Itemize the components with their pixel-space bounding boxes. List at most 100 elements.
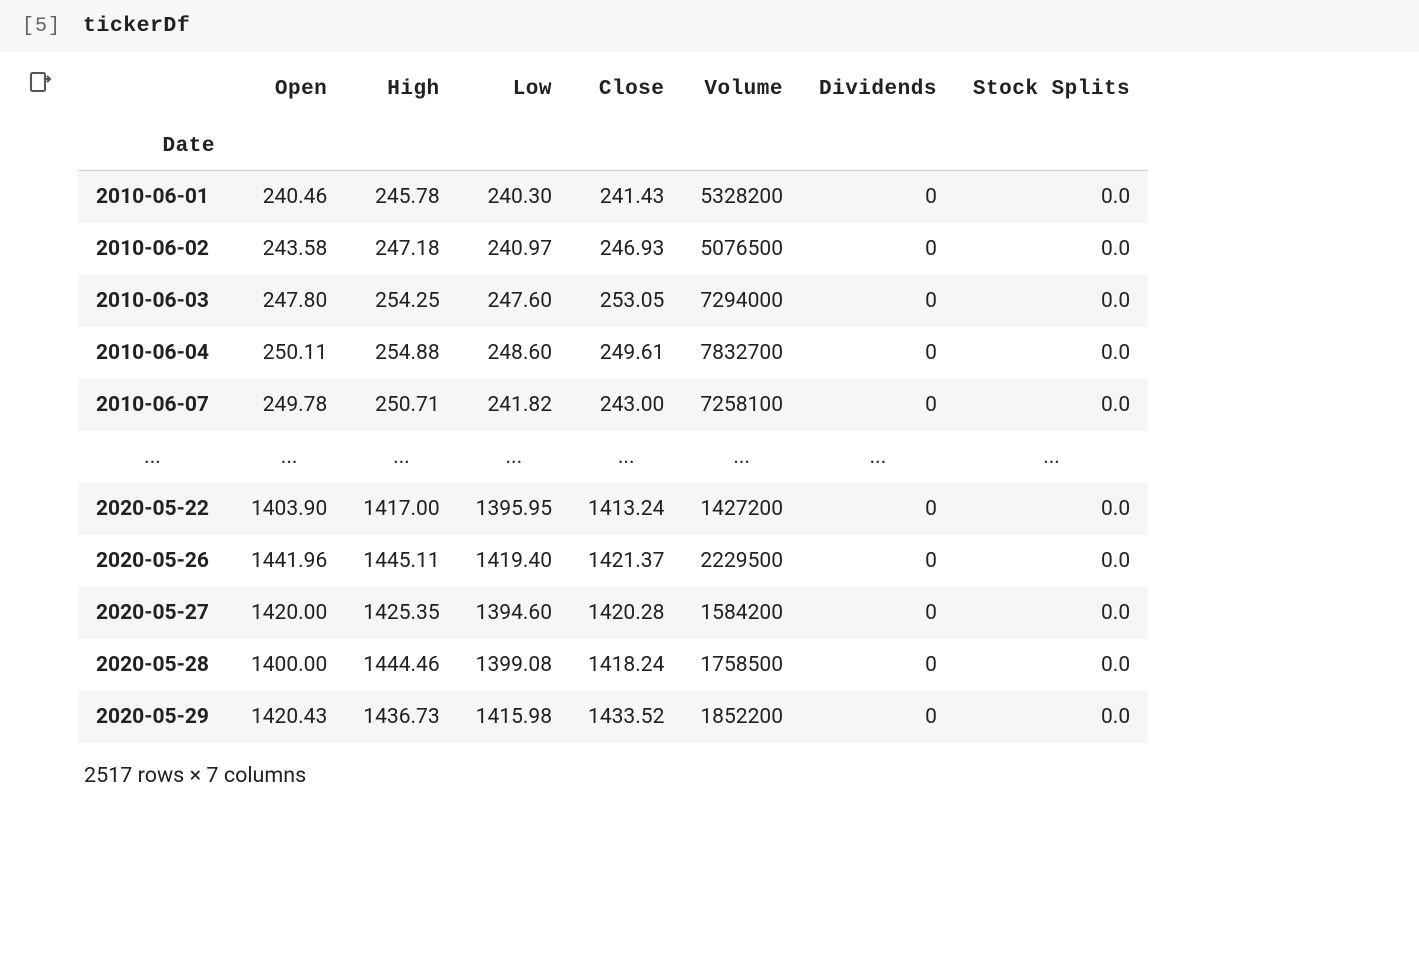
table-cell: 243.58 bbox=[233, 223, 345, 275]
table-cell: 7258100 bbox=[682, 379, 801, 431]
table-cell: 0 bbox=[801, 691, 955, 743]
table-cell: 1425.35 bbox=[345, 587, 457, 639]
table-cell: 0 bbox=[801, 275, 955, 327]
table-cell: 0 bbox=[801, 171, 955, 224]
table-cell: 249.61 bbox=[570, 327, 682, 379]
table-cell: 254.25 bbox=[345, 275, 457, 327]
row-index: 2020-05-29 bbox=[78, 691, 233, 743]
output-indicator-icon bbox=[28, 70, 52, 99]
table-cell: 0.0 bbox=[955, 275, 1148, 327]
row-index: 2020-05-27 bbox=[78, 587, 233, 639]
index-name-header: Date bbox=[78, 115, 233, 171]
table-row: 2010-06-02243.58247.18240.97246.93507650… bbox=[78, 223, 1148, 275]
table-cell: 1418.24 bbox=[570, 639, 682, 691]
table-cell: ... bbox=[801, 431, 955, 483]
table-cell: ... bbox=[955, 431, 1148, 483]
column-header: High bbox=[345, 64, 457, 115]
index-name-blank bbox=[682, 115, 801, 171]
table-cell: 5076500 bbox=[682, 223, 801, 275]
table-cell: 1421.37 bbox=[570, 535, 682, 587]
table-cell: 2229500 bbox=[682, 535, 801, 587]
table-cell: 1433.52 bbox=[570, 691, 682, 743]
table-cell: 243.00 bbox=[570, 379, 682, 431]
table-cell: 1584200 bbox=[682, 587, 801, 639]
table-cell: 247.18 bbox=[345, 223, 457, 275]
table-cell: 1852200 bbox=[682, 691, 801, 743]
table-cell: 1395.95 bbox=[458, 483, 570, 535]
code-cell[interactable]: [5] tickerDf bbox=[0, 0, 1419, 52]
column-header: Close bbox=[570, 64, 682, 115]
table-cell: 0.0 bbox=[955, 327, 1148, 379]
table-cell: ... bbox=[570, 431, 682, 483]
table-cell: 5328200 bbox=[682, 171, 801, 224]
table-cell: 0 bbox=[801, 379, 955, 431]
index-name-blank bbox=[955, 115, 1148, 171]
table-cell: 240.97 bbox=[458, 223, 570, 275]
table-cell: 0 bbox=[801, 639, 955, 691]
table-cell: 249.78 bbox=[233, 379, 345, 431]
table-cell: 0 bbox=[801, 327, 955, 379]
index-name-blank bbox=[801, 115, 955, 171]
column-header: Open bbox=[233, 64, 345, 115]
table-cell: 7294000 bbox=[682, 275, 801, 327]
row-index: 2020-05-26 bbox=[78, 535, 233, 587]
table-cell: 0.0 bbox=[955, 587, 1148, 639]
row-index: 2010-06-01 bbox=[78, 171, 233, 224]
table-cell: 1441.96 bbox=[233, 535, 345, 587]
table-cell: 250.71 bbox=[345, 379, 457, 431]
table-cell: 1399.08 bbox=[458, 639, 570, 691]
table-row: ........................ bbox=[78, 431, 1148, 483]
index-name-blank bbox=[345, 115, 457, 171]
table-row: 2020-05-291420.431436.731415.981433.5218… bbox=[78, 691, 1148, 743]
table-row: 2010-06-01240.46245.78240.30241.43532820… bbox=[78, 171, 1148, 224]
table-cell: 1420.43 bbox=[233, 691, 345, 743]
table-cell: 1427200 bbox=[682, 483, 801, 535]
table-cell: 241.82 bbox=[458, 379, 570, 431]
cell-output: OpenHighLowCloseVolumeDividendsStock Spl… bbox=[0, 64, 1419, 788]
table-cell: 7832700 bbox=[682, 327, 801, 379]
column-header: Low bbox=[458, 64, 570, 115]
table-row: 2020-05-271420.001425.351394.601420.2815… bbox=[78, 587, 1148, 639]
index-name-blank bbox=[233, 115, 345, 171]
code-input-row: [5] tickerDf bbox=[0, 14, 1419, 38]
table-cell: 1413.24 bbox=[570, 483, 682, 535]
table-cell: 0.0 bbox=[955, 171, 1148, 224]
dataframe-output: OpenHighLowCloseVolumeDividendsStock Spl… bbox=[78, 64, 1419, 788]
table-cell: 1417.00 bbox=[345, 483, 457, 535]
table-row: 2010-06-03247.80254.25247.60253.05729400… bbox=[78, 275, 1148, 327]
table-cell: 248.60 bbox=[458, 327, 570, 379]
table-cell: ... bbox=[345, 431, 457, 483]
table-cell: 1758500 bbox=[682, 639, 801, 691]
row-index: 2010-06-07 bbox=[78, 379, 233, 431]
table-cell: 254.88 bbox=[345, 327, 457, 379]
dataframe-table: OpenHighLowCloseVolumeDividendsStock Spl… bbox=[78, 64, 1148, 743]
index-name-blank bbox=[458, 115, 570, 171]
table-cell: 1420.00 bbox=[233, 587, 345, 639]
table-cell: 246.93 bbox=[570, 223, 682, 275]
row-index: 2020-05-22 bbox=[78, 483, 233, 535]
code-content[interactable]: tickerDf bbox=[83, 14, 190, 38]
dataframe-shape-footer: 2517 rows × 7 columns bbox=[78, 763, 1379, 788]
table-cell: 1415.98 bbox=[458, 691, 570, 743]
table-cell: 240.46 bbox=[233, 171, 345, 224]
table-cell: 0.0 bbox=[955, 535, 1148, 587]
table-cell: ... bbox=[233, 431, 345, 483]
table-row: 2020-05-281400.001444.461399.081418.2417… bbox=[78, 639, 1148, 691]
column-header: Stock Splits bbox=[955, 64, 1148, 115]
table-cell: 247.60 bbox=[458, 275, 570, 327]
row-index: 2010-06-03 bbox=[78, 275, 233, 327]
table-cell: 250.11 bbox=[233, 327, 345, 379]
table-cell: 240.30 bbox=[458, 171, 570, 224]
table-row: 2010-06-04250.11254.88248.60249.61783270… bbox=[78, 327, 1148, 379]
table-cell: 0.0 bbox=[955, 639, 1148, 691]
table-cell: 245.78 bbox=[345, 171, 457, 224]
table-cell: 1403.90 bbox=[233, 483, 345, 535]
dataframe-body: 2010-06-01240.46245.78240.30241.43532820… bbox=[78, 171, 1148, 744]
table-cell: 247.80 bbox=[233, 275, 345, 327]
table-cell: 1420.28 bbox=[570, 587, 682, 639]
dataframe-header: OpenHighLowCloseVolumeDividendsStock Spl… bbox=[78, 64, 1148, 171]
table-cell: 0.0 bbox=[955, 483, 1148, 535]
table-cell: 0.0 bbox=[955, 379, 1148, 431]
table-cell: 1419.40 bbox=[458, 535, 570, 587]
table-cell: 0 bbox=[801, 587, 955, 639]
